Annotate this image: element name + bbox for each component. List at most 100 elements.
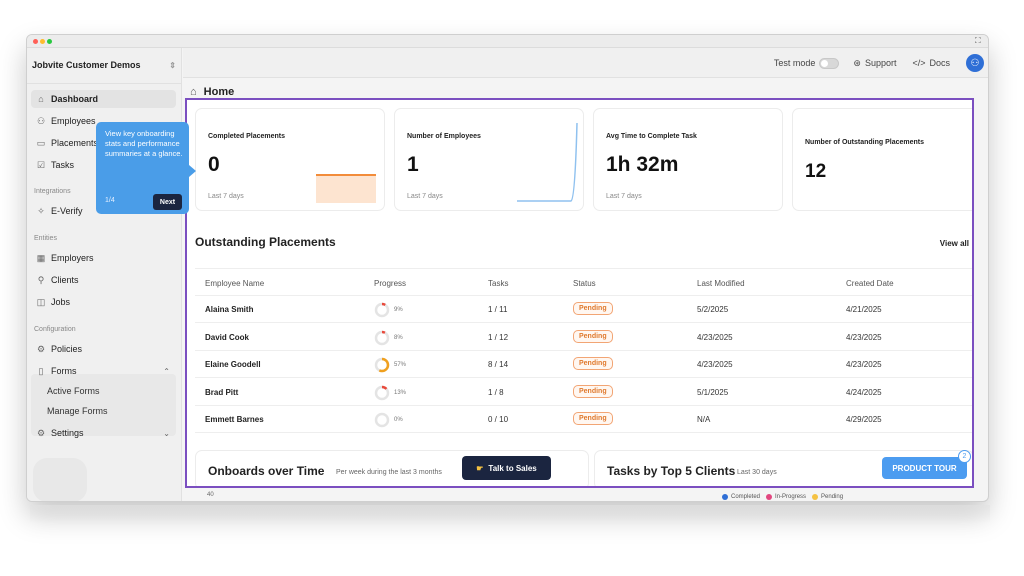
table-row[interactable]: Emmett Barnes 0% 0 / 10 Pending N/A 4/29/2025	[195, 406, 972, 433]
card-title: Completed Placements	[208, 133, 286, 140]
sidebar-item-label: E-Verify	[51, 206, 83, 216]
section-configuration: Configuration	[34, 326, 76, 333]
person-icon: ⚇	[36, 115, 46, 126]
employee-name: Brad Pitt	[205, 387, 239, 397]
table-row[interactable]: David Cook 8% 1 / 12 Pending 4/23/2025 4/23/2…	[195, 324, 972, 351]
docs-label: Docs	[929, 58, 950, 68]
sidebar-item-employers[interactable]: ▦ Employers	[31, 249, 176, 267]
org-switcher[interactable]: Jobvite Customer Demos ⇕	[32, 56, 176, 74]
progress-indicator: 0%	[374, 412, 403, 428]
card-avg-time-task[interactable]: Avg Time to Complete Task 1h 32m Last 7 …	[593, 108, 783, 211]
card-number-employees[interactable]: Number of Employees 1 Last 7 days	[394, 108, 584, 211]
status-badge: Pending	[573, 302, 613, 315]
progress-ring	[374, 330, 390, 345]
view-all-link[interactable]: View all	[940, 239, 969, 248]
column-header[interactable]: Tasks	[488, 279, 508, 288]
support-label: Support	[864, 58, 897, 68]
avatar[interactable]: ⚇	[966, 54, 984, 72]
column-header[interactable]: Employee Name	[205, 279, 264, 288]
legend-dot-in-progress	[766, 494, 773, 500]
legend-label: Completed	[731, 494, 761, 500]
sidebar-item-jobs[interactable]: ◫ Jobs	[31, 293, 176, 311]
progress-indicator: 13%	[374, 385, 406, 401]
sidebar-subitem-active-forms[interactable]: Active Forms	[47, 386, 100, 396]
divider	[27, 83, 182, 84]
sidebar-subitem-manage-forms[interactable]: Manage Forms	[47, 406, 108, 416]
card-subtitle: Last 7 days	[606, 193, 642, 200]
employee-name: Alaina Smith	[205, 305, 254, 314]
sidebar-item-dashboard[interactable]: ⌂ Dashboard	[31, 90, 176, 108]
sidebar-item-forms[interactable]: ▯ Forms ⌃	[31, 362, 176, 380]
sidebar: Jobvite Customer Demos ⇕ ⌂ Dashboard ⚇ E…	[27, 48, 182, 501]
sidebar-item-policies[interactable]: ⚙ Policies	[31, 340, 176, 358]
chevron-down-icon: ⌄	[163, 428, 170, 438]
created-date: 4/23/2025	[846, 360, 882, 369]
progress-ring	[374, 385, 390, 400]
tooltip-next-button[interactable]: Next	[153, 194, 182, 210]
table-row[interactable]: Brad Pitt 13% 1 / 8 Pending 5/1/2025 4/24/202…	[195, 379, 972, 406]
progress-indicator: 8%	[374, 330, 403, 346]
card-value: 1	[407, 153, 419, 176]
sidebar-item-settings[interactable]: ⚙ Settings ⌄	[31, 424, 176, 442]
test-mode-toggle[interactable]	[819, 57, 840, 69]
talk-to-sales-label: Talk to Sales	[488, 463, 537, 473]
progress-ring	[374, 412, 390, 428]
talk-to-sales-button[interactable]: ☛ Talk to Sales	[462, 456, 551, 480]
sidebar-item-label: Employers	[51, 253, 94, 263]
card-subtitle: Last 7 days	[208, 193, 244, 200]
status-badge: Pending	[573, 357, 613, 370]
help-circle-icon: ⊛	[853, 57, 861, 68]
progress-ring	[374, 357, 390, 373]
zoom-window-icon[interactable]	[47, 39, 52, 44]
table-row[interactable]: Alaina Smith 9% 1 / 11 Pending 5/2/2025 4/21/…	[195, 296, 972, 323]
docs-link[interactable]: </> Docs	[912, 58, 950, 68]
created-date: 4/24/2025	[846, 387, 882, 397]
card-outstanding-placements[interactable]: Number of Outstanding Placements 12	[792, 108, 972, 211]
table-row[interactable]: Elaine Goodell 57% 8 / 14 Pending 4/23/2025 4…	[195, 351, 972, 378]
top-clients-legend: Completed In-Progress Pending	[716, 494, 843, 500]
sidebar-item-label: Policies	[51, 344, 83, 354]
support-link[interactable]: ⊛ Support	[853, 58, 896, 69]
onboards-title: Onboards over Time	[208, 464, 325, 478]
last-modified: 5/2/2025	[697, 305, 729, 314]
created-date: 4/23/2025	[846, 332, 882, 342]
card-title: Number of Employees	[407, 133, 481, 140]
fullscreen-icon[interactable]: ⛶	[975, 37, 983, 45]
briefcase-icon: ◫	[36, 296, 46, 307]
progress-label: 13%	[394, 389, 407, 396]
org-chart-icon: ⚲	[37, 274, 45, 285]
org-name: Jobvite Customer Demos	[32, 60, 141, 70]
minimize-window-icon[interactable]	[40, 39, 45, 44]
column-header[interactable]: Last Modified	[697, 279, 745, 288]
sidebar-item-label: Employees	[51, 116, 96, 126]
breadcrumb: ⌂ Home	[190, 86, 234, 98]
product-tour-button[interactable]: PRODUCT TOUR	[882, 457, 967, 479]
settings-icon: ⚙	[36, 427, 46, 438]
product-tour-label: PRODUCT TOUR	[892, 463, 957, 473]
created-date: 4/21/2025	[846, 305, 882, 314]
code-icon: </>	[912, 58, 926, 68]
status-badge: Pending	[573, 412, 613, 425]
top-actions: Test mode ⊛ Support </> Docs ⚇	[774, 54, 984, 72]
section-integrations: Integrations	[34, 188, 71, 195]
sidebar-item-clients[interactable]: ⚲ Clients	[31, 271, 176, 289]
top-clients-title: Tasks by Top 5 Clients	[607, 464, 736, 478]
sidebar-placeholder	[33, 458, 87, 501]
onboarding-tour-tooltip: View key onboarding stats and performanc…	[96, 122, 196, 214]
close-window-icon[interactable]	[33, 39, 38, 44]
sidebar-item-label: Placements	[51, 138, 99, 148]
card-completed-placements[interactable]: Completed Placements 0 Last 7 days	[195, 108, 385, 211]
legend-label: Pending	[821, 494, 844, 500]
tasks-count: 1 / 8	[488, 387, 504, 397]
tooltip-step: 1/4	[105, 197, 115, 204]
column-header[interactable]: Progress	[374, 279, 406, 288]
column-header[interactable]: Status	[573, 279, 596, 288]
sidebar-item-label: Clients	[51, 275, 79, 285]
column-header[interactable]: Created Date	[846, 279, 894, 288]
tasks-count: 1 / 11	[488, 305, 508, 314]
table-header: Employee Name Progress Tasks Status Last…	[195, 268, 972, 296]
product-tour-count-badge: 2	[958, 450, 971, 463]
onboards-subtitle: Per week during the last 3 months	[336, 469, 442, 476]
building-icon: ▦	[36, 252, 46, 263]
chevron-up-icon: ⌃	[163, 366, 170, 376]
